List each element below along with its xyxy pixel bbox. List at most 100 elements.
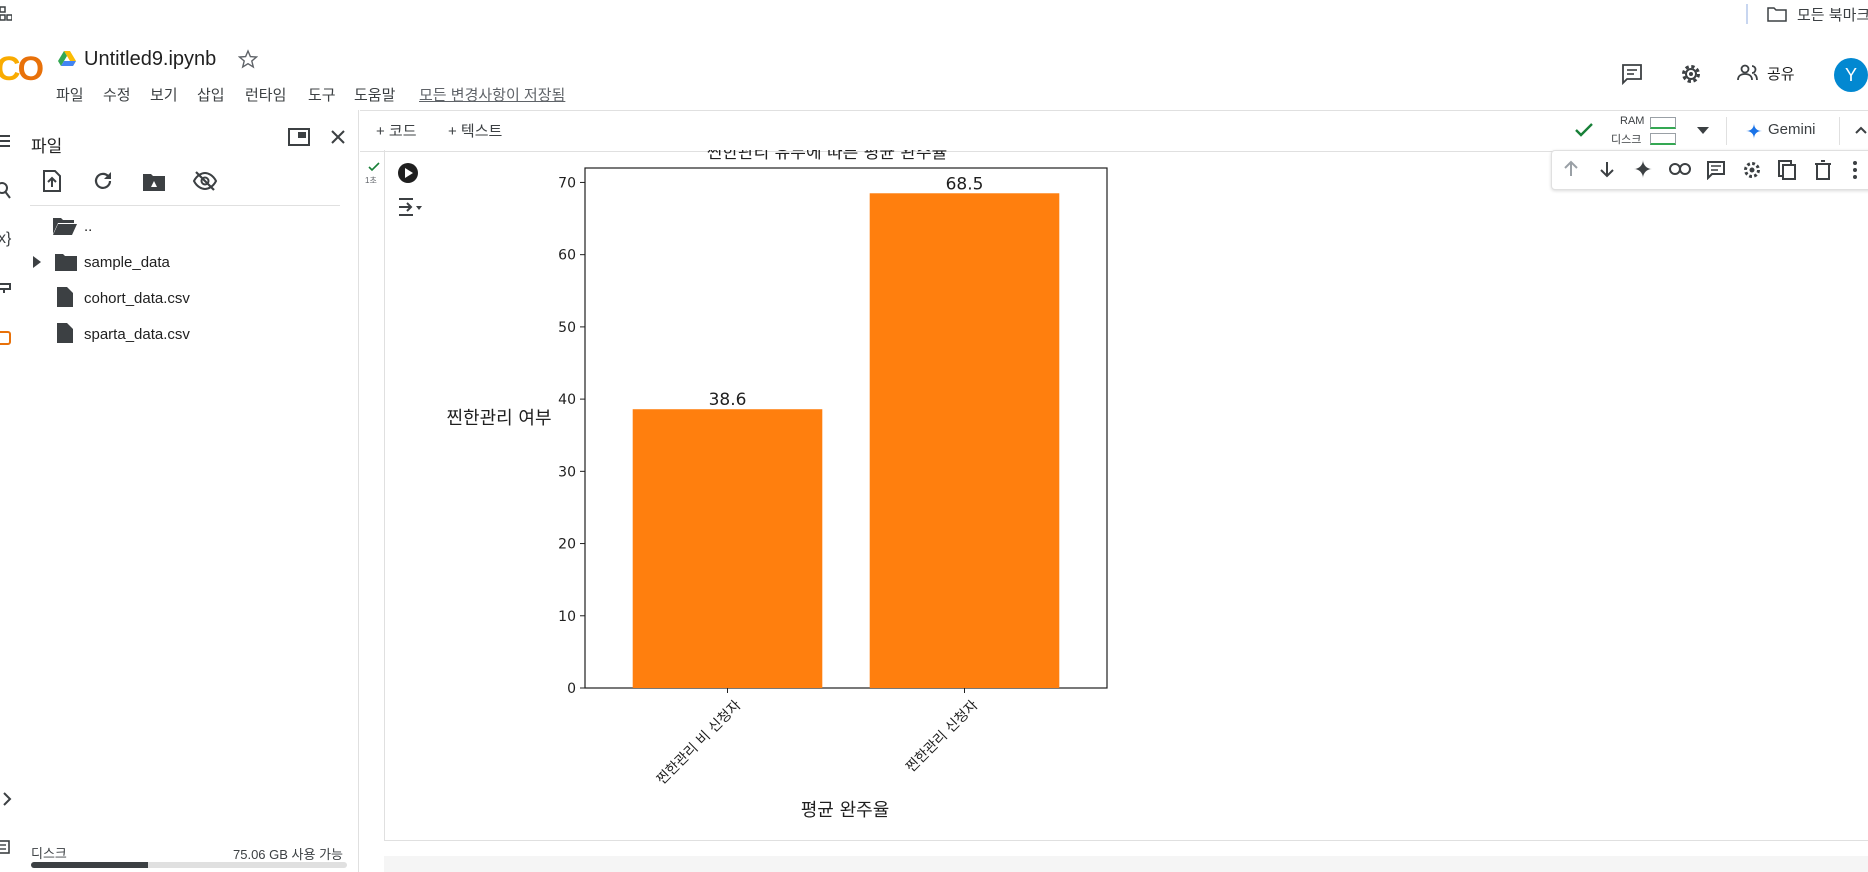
plot-area: 0 10 20 30 40 50 60 70 38.6 찐한관리 비 신청자 68.5 찐한관리 신청… <box>558 167 1108 788</box>
y-tick-label: 40 <box>558 392 576 408</box>
hide-eye-icon[interactable] <box>192 170 218 192</box>
cell-actions-toolbar <box>1551 150 1868 190</box>
variables-icon[interactable]: x} <box>0 230 11 248</box>
colab-logo[interactable]: CO <box>0 50 44 89</box>
y-tick-label: 60 <box>558 248 576 264</box>
google-drive-icon <box>58 51 76 67</box>
gemini-icon <box>1746 123 1762 139</box>
folder-open-icon <box>52 216 78 236</box>
menu-tools[interactable]: 도구 <box>308 84 336 105</box>
list-item-label: .. <box>84 218 93 235</box>
menu-insert[interactable]: 삽입 <box>197 84 225 105</box>
disk-usage-fill <box>31 862 148 868</box>
bar-chart: 찐한관리 유무에 따른 평균 완주율 0 10 20 30 40 50 60 70 38.6 찐한… <box>446 150 1108 821</box>
list-item-label: sample_data <box>84 254 170 271</box>
people-icon[interactable] <box>1737 64 1759 82</box>
divider <box>30 205 340 206</box>
divider <box>1746 4 1748 24</box>
chart-title: 찐한관리 유무에 따른 평균 완주율 <box>707 150 948 163</box>
x-tick-label: 찐한관리 비 신청자 <box>654 697 745 788</box>
bar <box>632 409 823 688</box>
apps-grid-icon[interactable] <box>0 5 12 23</box>
save-status[interactable]: 모든 변경사항이 저장됨 <box>419 84 565 105</box>
sparkle-icon[interactable] <box>1634 160 1652 178</box>
x-tick-label: 찐한관리 신청자 <box>903 697 981 775</box>
y-tick-label: 10 <box>558 609 576 625</box>
cell-output: 찐한관리 유무에 따른 평균 완주율 0 10 20 30 40 50 60 70 38.6 찐한… <box>384 150 1868 841</box>
open-in-tab-icon[interactable] <box>288 128 310 146</box>
files-icon[interactable] <box>0 330 13 346</box>
settings-icon[interactable] <box>1742 160 1762 180</box>
star-icon[interactable] <box>238 49 258 69</box>
list-item[interactable]: sample_data <box>32 248 342 278</box>
divider <box>1839 117 1840 145</box>
y-tick-label: 70 <box>558 175 576 191</box>
ram-meter <box>1650 117 1676 129</box>
side-rail: x} <box>0 110 18 872</box>
disk-meter <box>1650 133 1676 145</box>
close-icon[interactable] <box>330 129 346 145</box>
move-up-icon[interactable] <box>1562 160 1580 178</box>
comment-icon[interactable] <box>1620 62 1644 86</box>
chevron-right-icon[interactable] <box>2 792 12 806</box>
key-icon[interactable] <box>0 282 12 294</box>
gemini-button[interactable]: Gemini <box>1768 121 1816 138</box>
link-icon[interactable] <box>1669 162 1691 176</box>
upload-icon[interactable] <box>42 170 62 192</box>
menu-file[interactable]: 파일 <box>56 84 84 105</box>
more-vert-icon[interactable] <box>1852 160 1858 180</box>
menu-view[interactable]: 보기 <box>150 84 178 105</box>
disk-usage-bar <box>31 862 347 868</box>
y-tick-label: 30 <box>558 464 576 480</box>
avatar-letter: Y <box>1844 65 1857 85</box>
notebook-title[interactable]: Untitled9.ipynb <box>84 48 216 71</box>
folder-icon <box>54 252 78 272</box>
next-cell[interactable] <box>384 856 1868 872</box>
menu-runtime[interactable]: 런타임 <box>245 84 286 105</box>
bookmark-bar: 모든 북마크 <box>0 0 1868 28</box>
file-icon <box>56 286 74 308</box>
x-axis-label: 평균 완주율 <box>801 800 890 821</box>
settings-icon[interactable] <box>1679 62 1703 86</box>
drive-folder-icon[interactable] <box>142 172 166 192</box>
menu-bar: 파일 수정 보기 삽입 런타임 도구 도움말 <box>56 84 416 104</box>
list-item[interactable]: cohort_data.csv <box>56 284 346 314</box>
menu-edit[interactable]: 수정 <box>103 84 131 105</box>
all-bookmarks-link[interactable]: 모든 북마크 <box>1797 4 1868 25</box>
y-tick-label: 50 <box>558 320 576 336</box>
notebook-toolbar: + 코드 + 텍스트 RAM 디스크 Gemini <box>360 110 1868 152</box>
menu-help[interactable]: 도움말 <box>354 84 395 105</box>
bar-value-label: 68.5 <box>946 174 984 194</box>
sidebar-title: 파일 <box>31 137 63 156</box>
y-tick-label: 20 <box>558 537 576 553</box>
refresh-icon[interactable] <box>92 170 114 192</box>
folder-icon <box>1767 5 1787 23</box>
list-item[interactable]: .. <box>52 212 342 242</box>
ram-label: RAM <box>1620 115 1645 127</box>
collapse-icon[interactable] <box>1854 123 1868 137</box>
add-code-button[interactable]: + 코드 <box>376 120 417 141</box>
comment-icon[interactable] <box>1706 160 1726 180</box>
check-icon <box>368 162 380 172</box>
terminal-icon[interactable] <box>0 840 11 854</box>
move-down-icon[interactable] <box>1598 160 1616 178</box>
disk-label: 디스크 <box>1611 134 1642 146</box>
expand-arrow-icon[interactable] <box>32 256 42 268</box>
chevron-down-icon[interactable] <box>1696 125 1710 135</box>
list-item-label: cohort_data.csv <box>84 290 190 307</box>
exec-time: 1초 <box>365 176 377 185</box>
bar-value-label: 38.6 <box>709 390 747 410</box>
menu-icon[interactable] <box>0 134 12 148</box>
list-item-label: sparta_data.csv <box>84 326 190 343</box>
list-item[interactable]: sparta_data.csv <box>56 320 346 350</box>
search-icon[interactable] <box>0 182 12 200</box>
y-axis-label: 찐한관리 여부 <box>446 408 551 429</box>
check-icon <box>1574 121 1594 139</box>
files-sidebar: 파일 .. sample_data cohort_data.csv sparta… <box>18 110 359 872</box>
share-button[interactable]: 공유 <box>1767 63 1795 84</box>
add-text-button[interactable]: + 텍스트 <box>448 120 502 141</box>
file-icon <box>56 322 74 344</box>
avatar[interactable]: Y <box>1834 58 1868 92</box>
delete-icon[interactable] <box>1814 160 1832 180</box>
mirror-cell-icon[interactable] <box>1778 160 1796 180</box>
